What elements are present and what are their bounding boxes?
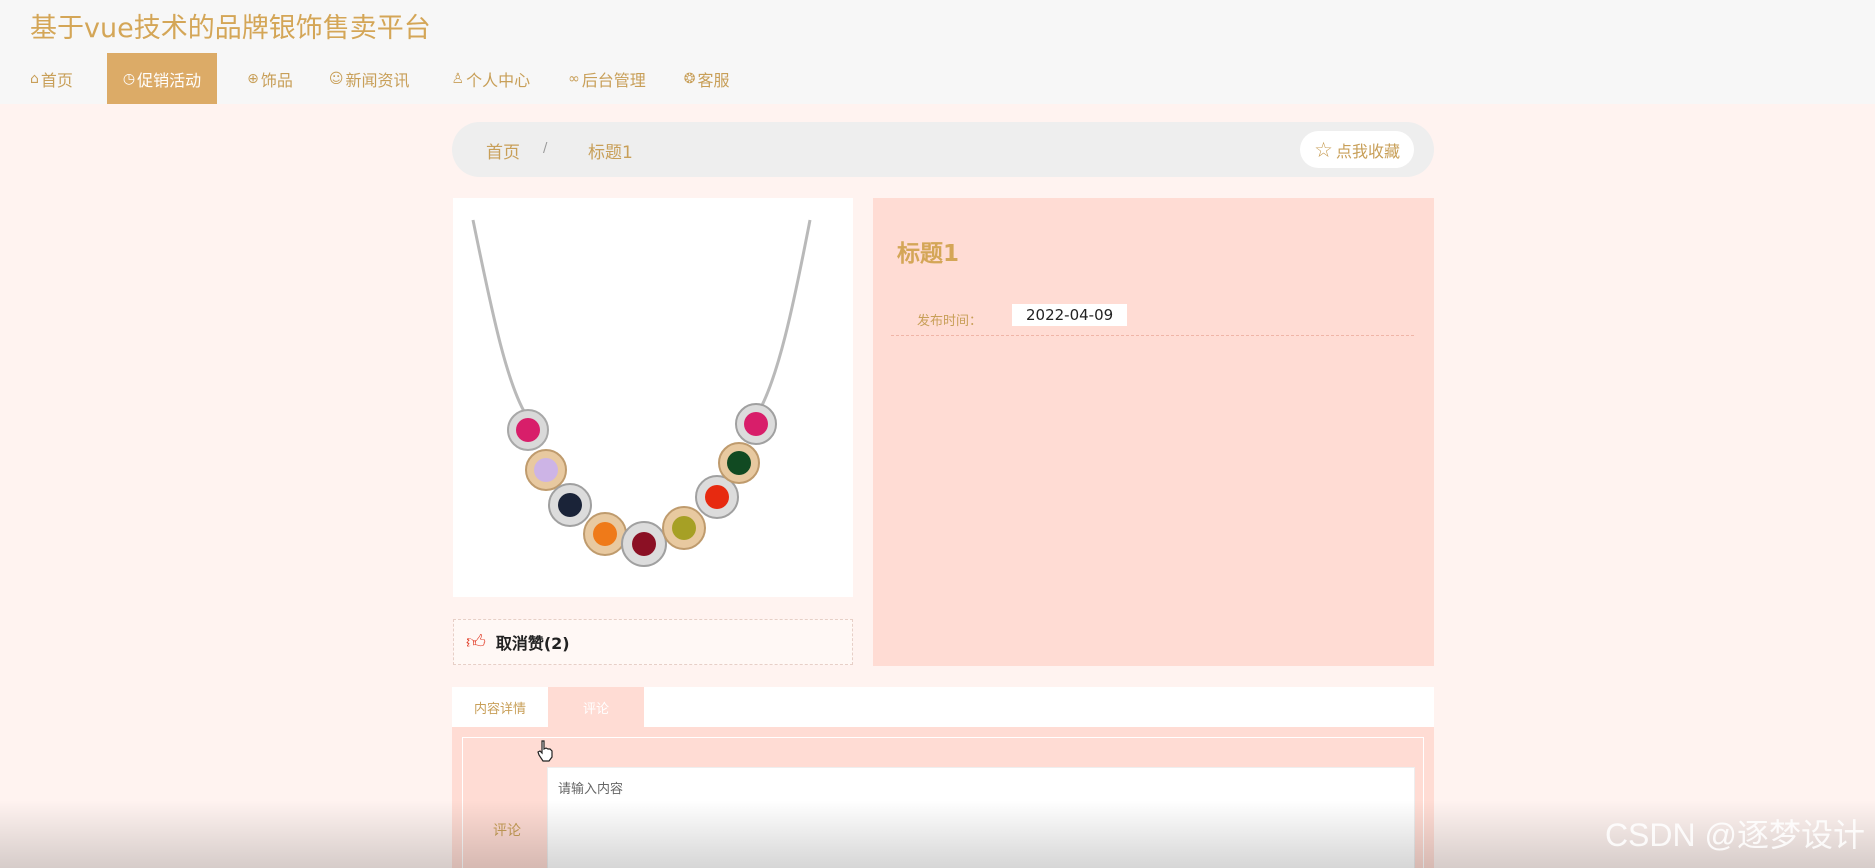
like-label: 取消赞(2) [495,634,570,653]
nav-item-personal-center[interactable]: ♙ 个人中心 [436,53,547,104]
breadcrumb-current: 标题1 [588,143,633,163]
hand-cursor-icon [537,740,553,762]
tab-comments[interactable]: 评论 [548,687,644,727]
comment-form: 评论 [462,737,1424,868]
breadcrumb-separator: / [543,141,548,156]
publish-date-label: 发布时间： [917,314,983,329]
tab-content-details[interactable]: 内容详情 [452,687,548,727]
product-image [453,198,853,597]
user-icon: ♙ [451,70,465,87]
nav-item-accessories[interactable]: ⊕ 饰品 [231,53,309,104]
nav-item-admin[interactable]: ∞ 后台管理 [552,53,662,104]
nav-item-label: 客服 [697,70,730,90]
nav-item-label: 个人中心 [466,70,531,90]
star-icon: ☆ [1314,137,1333,162]
detail-tabs: 内容详情 评论 [452,687,1434,727]
top-header: 基于vue技术的品牌银饰售卖平台 ⌂ 首页 ◷ 促销活动 ⊕ 饰品 ☺ 新闻资讯 ♙ 个人… [0,0,1875,104]
nav-item-label: 首页 [40,70,73,90]
nav-item-promotions[interactable]: ◷ 促销活动 [106,53,218,104]
globe-icon: ⊕ [247,70,259,87]
smile-icon: ☺ [328,70,344,87]
favorite-button[interactable]: ☆ 点我收藏 [1300,131,1414,168]
comment-input[interactable] [547,767,1415,868]
favorite-label: 点我收藏 [1335,141,1400,161]
clock-icon: ◷ [122,70,136,87]
site-title: 基于vue技术的品牌银饰售卖平台 [30,13,431,44]
nav-item-label: 促销活动 [137,70,202,90]
like-toggle-button[interactable]: 👍︎ 取消赞(2) [453,619,853,665]
nav-item-label: 饰品 [260,70,293,90]
main-nav: ⌂ 首页 ◷ 促销活动 ⊕ 饰品 ☺ 新闻资讯 ♙ 个人中心 ∞ 后台管理 ❂ 客服 [0,53,746,104]
breadcrumb: 首页 / 标题1 ☆ 点我收藏 [452,122,1434,177]
link-icon: ∞ [568,70,580,87]
necklace-image [453,198,853,597]
breadcrumb-home-link[interactable]: 首页 [486,138,520,163]
nav-item-news[interactable]: ☺ 新闻资讯 [313,53,426,104]
product-title: 标题1 [897,241,960,267]
comment-label: 评论 [493,823,521,839]
publish-date-row: 发布时间： 2022-04-09 [891,304,1414,336]
home-icon: ⌂ [30,70,39,87]
nav-item-label: 新闻资讯 [345,70,410,90]
chat-icon: ❂ [683,70,696,87]
comment-section: 评论 [452,727,1434,868]
nav-item-home[interactable]: ⌂ 首页 [14,53,89,104]
thumbs-up-icon: 👍︎ [466,630,486,653]
nav-item-customer-service[interactable]: ❂ 客服 [668,53,746,104]
publish-date-value: 2022-04-09 [1012,304,1128,326]
product-info-panel: 标题1 发布时间： 2022-04-09 [873,198,1434,666]
watermark: CSDN @逐梦设计 [1604,817,1865,853]
nav-item-label: 后台管理 [581,70,646,90]
